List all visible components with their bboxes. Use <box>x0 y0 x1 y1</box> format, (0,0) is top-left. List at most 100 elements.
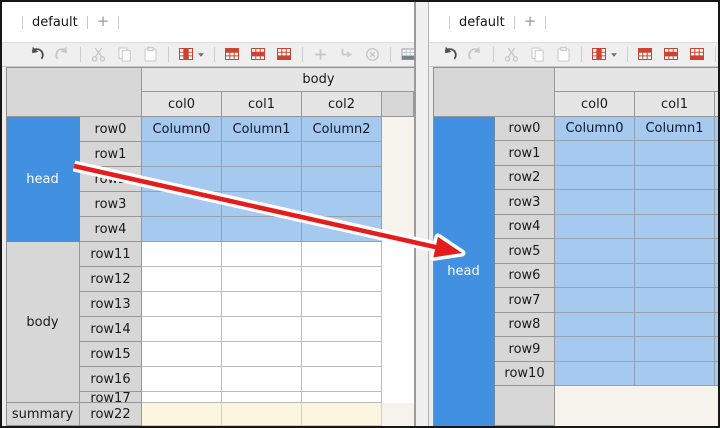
cell[interactable] <box>222 242 302 267</box>
cell[interactable] <box>302 217 382 242</box>
row-header-row12[interactable]: row12 <box>80 267 142 292</box>
row-header-empty[interactable] <box>495 386 555 426</box>
cell[interactable] <box>555 362 635 386</box>
cell[interactable] <box>222 142 302 167</box>
cell[interactable] <box>715 239 718 264</box>
cell[interactable]: Column0 <box>142 117 222 142</box>
row-header-row0[interactable]: row0 <box>495 117 555 141</box>
tab-default[interactable]: default <box>459 15 505 30</box>
cell[interactable]: Column2 <box>302 117 382 142</box>
cell[interactable] <box>715 141 718 166</box>
row-header-row22[interactable]: row22 <box>80 403 142 426</box>
cell[interactable] <box>302 403 382 426</box>
cell[interactable] <box>302 142 382 167</box>
cell[interactable] <box>555 215 635 239</box>
table-corner[interactable] <box>6 67 142 117</box>
column-header-col0[interactable]: col0 <box>142 92 222 117</box>
row-header-row8[interactable]: row8 <box>495 313 555 337</box>
dropdown-arrow-icon[interactable] <box>610 46 618 63</box>
cell[interactable] <box>142 367 222 392</box>
cell[interactable] <box>142 167 222 192</box>
cut-icon[interactable] <box>90 46 107 63</box>
add-tab-button[interactable]: + <box>524 12 537 30</box>
row-header-row2[interactable]: row2 <box>495 166 555 190</box>
row-header-row3[interactable]: row3 <box>495 190 555 215</box>
table-menu-icon[interactable] <box>591 46 608 63</box>
cell[interactable] <box>302 242 382 267</box>
cell[interactable] <box>222 217 302 242</box>
cell[interactable] <box>715 117 718 141</box>
cell[interactable] <box>142 142 222 167</box>
cell[interactable] <box>142 342 222 367</box>
column-header-extra[interactable] <box>382 92 414 117</box>
cell[interactable] <box>142 217 222 242</box>
cell[interactable] <box>222 392 302 403</box>
row-header-row5[interactable]: row5 <box>495 239 555 264</box>
cell[interactable]: Column1 <box>635 117 715 141</box>
insert-row-inner-icon[interactable] <box>663 46 680 63</box>
insert-row-above-icon[interactable] <box>224 46 241 63</box>
row-header-row3[interactable]: row3 <box>80 192 142 217</box>
row-header-row2[interactable]: row2 <box>80 167 142 192</box>
cell[interactable] <box>635 337 715 362</box>
row-header-row1[interactable]: row1 <box>495 141 555 166</box>
cell[interactable] <box>635 264 715 288</box>
cell[interactable] <box>635 215 715 239</box>
cell[interactable] <box>302 342 382 367</box>
column-header-col2[interactable]: col2 <box>302 92 382 117</box>
cell[interactable] <box>222 167 302 192</box>
cell[interactable] <box>635 239 715 264</box>
paste-icon[interactable] <box>142 46 159 63</box>
cell[interactable] <box>302 192 382 217</box>
sections-menu-icon[interactable] <box>400 46 414 63</box>
cell[interactable] <box>222 292 302 317</box>
cell[interactable] <box>142 242 222 267</box>
paste-icon[interactable] <box>555 46 572 63</box>
cell[interactable] <box>715 362 718 386</box>
add-tab-button[interactable]: + <box>97 12 110 30</box>
cell[interactable] <box>555 288 635 313</box>
row-group-head[interactable]: head <box>433 117 495 426</box>
insert-row-below-icon[interactable] <box>276 46 293 63</box>
row-header-row13[interactable]: row13 <box>80 292 142 317</box>
column-group-header-body[interactable]: body <box>142 67 414 92</box>
cell[interactable] <box>302 292 382 317</box>
cell[interactable] <box>715 264 718 288</box>
redo-icon[interactable] <box>54 46 71 63</box>
cell[interactable] <box>555 190 635 215</box>
table-menu-icon[interactable] <box>178 46 195 63</box>
copy-icon[interactable] <box>116 46 133 63</box>
copy-icon[interactable] <box>529 46 546 63</box>
table-corner[interactable] <box>433 67 555 117</box>
cell[interactable] <box>222 192 302 217</box>
row-header-row7[interactable]: row7 <box>495 288 555 313</box>
cut-icon[interactable] <box>503 46 520 63</box>
cell[interactable] <box>635 313 715 337</box>
cell[interactable] <box>222 403 302 426</box>
cell[interactable] <box>555 264 635 288</box>
cell[interactable] <box>302 367 382 392</box>
cell[interactable] <box>142 192 222 217</box>
column-group-header[interactable] <box>555 67 718 92</box>
cell[interactable] <box>715 337 718 362</box>
row-header-row4[interactable]: row4 <box>80 217 142 242</box>
cell[interactable] <box>635 288 715 313</box>
row-header-row11[interactable]: row11 <box>80 242 142 267</box>
column-header-col1[interactable]: col1 <box>635 92 715 117</box>
cell[interactable] <box>222 267 302 292</box>
cell[interactable] <box>222 317 302 342</box>
insert-row-inner-icon[interactable] <box>250 46 267 63</box>
cell[interactable]: Column1 <box>222 117 302 142</box>
cell[interactable] <box>555 239 635 264</box>
cell[interactable] <box>142 267 222 292</box>
cell[interactable] <box>715 215 718 239</box>
cell[interactable]: Column0 <box>555 117 635 141</box>
cell[interactable] <box>715 166 718 190</box>
cell[interactable] <box>635 141 715 166</box>
add-icon[interactable] <box>312 46 329 63</box>
cell[interactable] <box>302 392 382 403</box>
tab-default[interactable]: default <box>32 15 78 30</box>
column-header-clipped[interactable] <box>715 92 718 117</box>
row-header-row17[interactable]: row17 <box>80 392 142 403</box>
redo-icon[interactable] <box>467 46 484 63</box>
